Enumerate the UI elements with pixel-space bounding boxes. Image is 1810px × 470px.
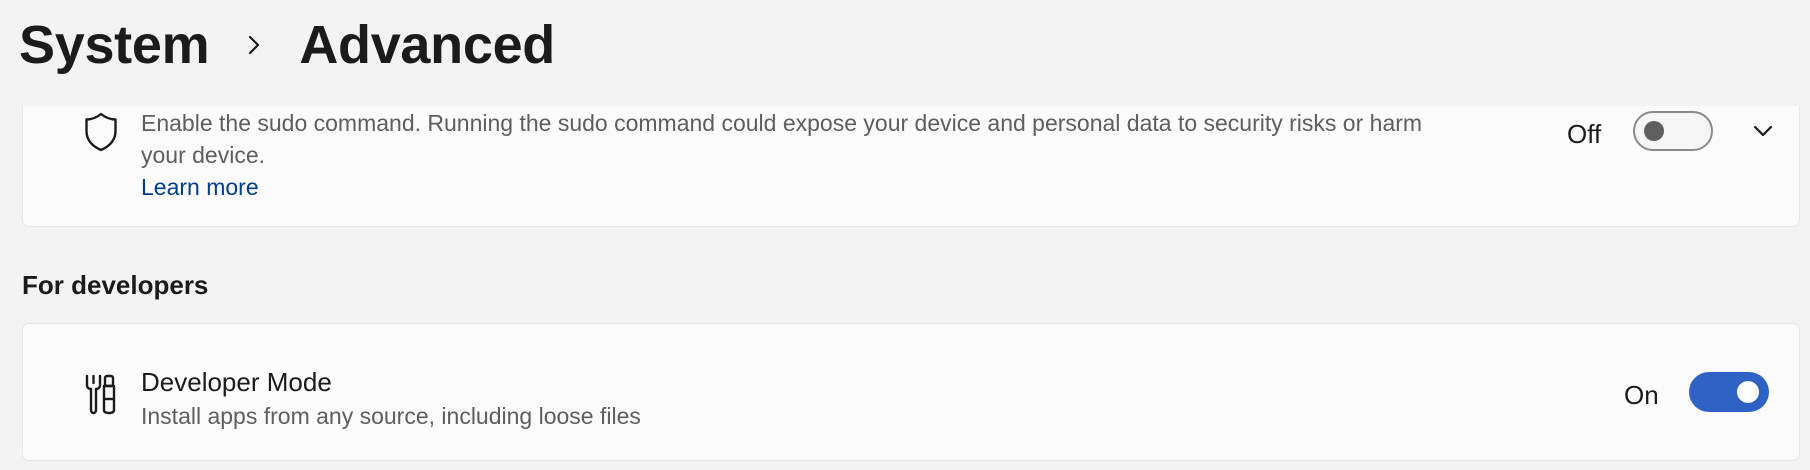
breadcrumb: System Advanced <box>19 12 555 78</box>
sudo-toggle[interactable] <box>1633 111 1713 151</box>
chevron-down-icon[interactable] <box>1743 111 1783 151</box>
developer-mode-toggle[interactable] <box>1689 372 1769 412</box>
developer-mode-description: Install apps from any source, including … <box>141 403 641 429</box>
sudo-state-label: Off <box>1567 119 1602 149</box>
learn-more-link[interactable]: Learn more <box>141 171 259 203</box>
tools-icon <box>59 372 143 416</box>
page-header: System Advanced <box>0 0 1810 106</box>
developer-mode-text: Developer Mode Install apps from any sou… <box>141 364 1241 432</box>
sudo-description-line2: your device. <box>141 142 266 168</box>
breadcrumb-system[interactable]: System <box>19 12 210 78</box>
toggle-knob <box>1737 381 1759 403</box>
page-title: Advanced <box>299 15 555 75</box>
developer-mode-card[interactable]: Developer Mode Install apps from any sou… <box>22 323 1800 461</box>
sudo-description-line1: Enable the sudo command. Running the sud… <box>141 110 1423 136</box>
toggle-knob <box>1644 121 1664 141</box>
shield-icon <box>59 111 143 153</box>
chevron-right-icon <box>209 33 299 57</box>
section-heading-for-developers: For developers <box>22 270 209 300</box>
developer-mode-state-label: On <box>1624 380 1659 410</box>
developer-mode-title: Developer Mode <box>141 367 332 397</box>
sudo-text: Enable the sudo command. Running the sud… <box>141 107 1541 203</box>
